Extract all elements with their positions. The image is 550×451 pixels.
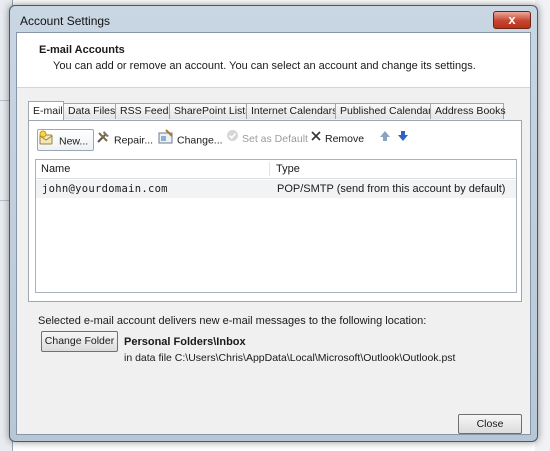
tab-email[interactable]: E-mail [28,101,64,120]
move-up-button[interactable] [379,129,394,149]
remove-button[interactable]: Remove [310,129,364,149]
delivery-folder-path: Personal Folders\Inbox [124,336,246,348]
tab-rss-feeds[interactable]: RSS Feeds [115,103,174,119]
dialog-client-area: E-mail Accounts You can add or remove an… [16,32,531,435]
move-up-arrow-icon [379,129,391,149]
account-row[interactable]: john@yourdomain.com POP/SMTP (send from … [36,180,516,198]
close-button[interactable]: Close [458,414,522,434]
change-icon [158,129,174,152]
close-icon: x [508,12,516,27]
repair-button[interactable]: Repair... [95,129,153,149]
new-account-icon [38,130,56,153]
tab-published-calendars[interactable]: Published Calendars [335,103,437,119]
column-header-name[interactable]: Name [41,163,70,175]
account-settings-dialog: Account Settings x E-mail Accounts You c… [9,5,538,442]
remove-x-icon [310,129,322,149]
tab-address-books[interactable]: Address Books [430,103,506,119]
remove-label: Remove [325,133,365,146]
account-type: POP/SMTP (send from this account by defa… [277,183,506,195]
repair-icon [95,129,111,152]
change-button[interactable]: Change... [158,129,223,149]
accounts-list[interactable]: Name Type john@yourdomain.com POP/SMTP (… [35,159,517,293]
window-close-button[interactable]: x [493,11,531,29]
header-description: You can add or remove an account. You ca… [53,60,476,72]
dialog-header: E-mail Accounts You can add or remove an… [17,33,530,88]
tab-data-files[interactable]: Data Files [63,103,116,119]
new-account-button[interactable]: New... [37,129,95,153]
accounts-list-header: Name Type [36,160,516,179]
title-bar[interactable]: Account Settings x [10,6,537,34]
header-title: E-mail Accounts [39,44,125,56]
new-account-label: New... [59,135,89,148]
tab-sharepoint-lists[interactable]: SharePoint Lists [169,103,250,119]
column-divider[interactable] [269,162,270,176]
repair-label: Repair... [114,134,154,147]
change-folder-button[interactable]: Change Folder [41,331,118,352]
delivery-location-note: Selected e-mail account delivers new e-m… [38,315,427,327]
move-down-arrow-icon [397,129,409,149]
accounts-toolbar: New... Repair... Change... Set as Defaul… [37,129,517,151]
delivery-data-file-path: in data file C:\Users\Chris\AppData\Loca… [124,352,456,364]
account-name: john@yourdomain.com [42,183,168,195]
set-as-default-button[interactable]: Set as Default [226,129,308,149]
move-down-button[interactable] [397,129,412,149]
change-label: Change... [177,134,223,147]
email-tab-panel: New... Repair... Change... Set as Defaul… [28,120,522,302]
set-as-default-label: Set as Default [242,133,308,146]
tab-internet-calendars[interactable]: Internet Calendars [246,103,337,119]
column-header-type[interactable]: Type [276,163,300,175]
window-title: Account Settings [20,14,111,28]
check-icon [226,129,239,149]
